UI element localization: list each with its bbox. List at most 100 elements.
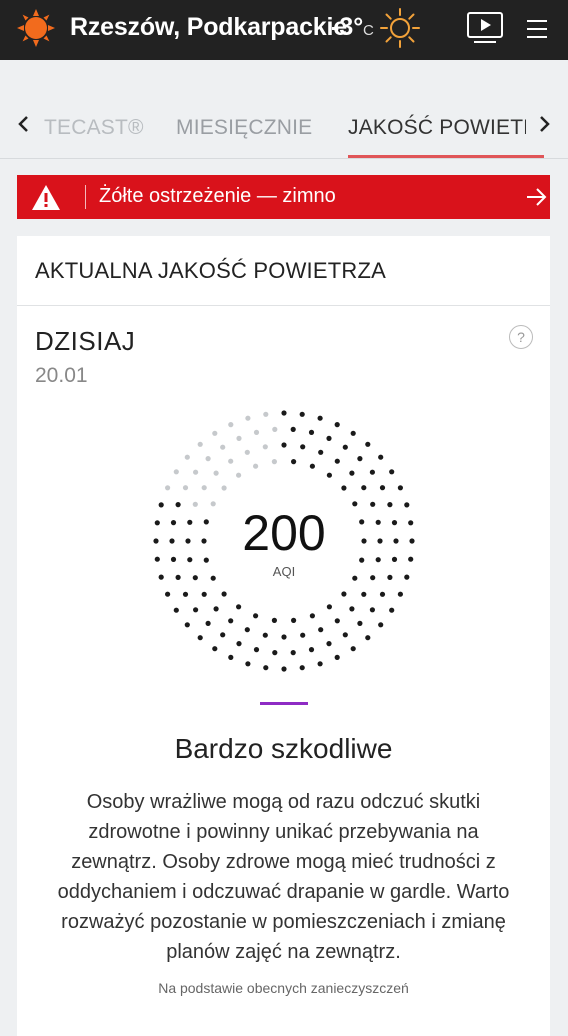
arrow-right-icon [527,188,547,206]
weather-warning-banner[interactable]: Żółte ostrzeżenie — zimno [17,175,550,219]
gauge-dot [212,646,218,652]
location-title[interactable]: Rzeszów, Podkarpackie [70,13,347,42]
gauge-dot [318,449,324,455]
gauge-dot [170,556,177,562]
chevron-left-icon[interactable] [14,112,34,136]
help-icon[interactable]: ? [509,325,533,349]
gauge-dot [334,422,340,428]
gauge-dot [378,454,384,460]
card-divider [17,305,550,306]
gauge-dot [350,646,356,652]
gauge-dot [281,442,287,448]
gauge-dot [228,654,234,660]
current-temperature: -3° [331,13,364,41]
gauge-dot [290,426,296,432]
gauge-dot [300,444,306,450]
gauge-dot [193,607,199,613]
sun-icon [380,8,420,48]
gauge-dot [221,591,227,597]
warning-divider [85,185,86,209]
chevron-right-icon[interactable] [534,112,554,136]
gauge-dot [369,469,375,475]
gauge-dot [153,538,159,544]
gauge-dot [393,538,399,544]
video-icon[interactable] [466,11,504,45]
gauge-dot [299,665,305,671]
day-label: DZISIAJ [35,326,136,356]
tab-monthly[interactable]: MIESIĘCZNIE [176,116,312,140]
gauge-dot [389,469,395,475]
gauge-dot [387,574,393,580]
gauge-dot [308,429,315,435]
gauge-dot [326,641,332,647]
gauge-dot [357,620,363,626]
gauge-dot [341,485,347,491]
gauge-dot [290,650,296,656]
tab-forecast[interactable]: TECAST® [44,116,144,140]
warning-icon [32,185,60,210]
gauge-dot [389,607,395,613]
gauge-dot [169,538,175,544]
gauge-dot [404,574,410,580]
gauge-dot [326,472,332,478]
gauge-dot [245,415,251,421]
gauge-dot [154,520,160,526]
gauge-dot [201,591,207,597]
gauge-dot [228,618,234,624]
air-quality-card: AKTUALNA JAKOŚĆ POWIETRZA DZISIAJ 20.01 … [17,236,550,1036]
gauge-dot [391,556,398,562]
gauge-dot [158,574,164,580]
gauge-dot [221,485,227,491]
gauge-dot [220,444,226,450]
gauge-dot [213,606,219,612]
gauge-dot [408,556,414,562]
gauge-dot [165,485,171,491]
gauge-dot [263,665,269,671]
gauge-dot [326,435,332,441]
gauge-dot [379,591,386,597]
gauge-dot [272,650,278,656]
gauge-dot [212,430,218,436]
gauge-dot [271,617,277,623]
aqi-unit: AQI [272,564,296,579]
temperature-unit: C [363,22,374,39]
gauge-dot [205,456,211,462]
gauge-dot [236,604,242,610]
gauge-dot [334,654,340,660]
gauge-dot [175,574,181,580]
gauge-dot [173,607,179,613]
menu-icon[interactable] [523,16,551,42]
sun-logo-icon[interactable] [16,8,56,48]
gauge-dot [228,458,234,464]
gauge-dot [299,411,305,417]
gauge-dot [408,520,414,526]
gauge-dot [154,556,160,562]
gauge-dot [361,485,367,491]
gauge-dot [291,617,297,623]
gauge-dot [253,463,259,469]
gauge-dot [379,485,386,491]
tabs-scroller: TECAST® MIESIĘCZNIE JAKOŚĆ POWIETRZA [40,100,526,150]
gauge-dot [213,470,219,476]
gauge-dot [365,635,371,641]
gauge-dot [253,613,259,619]
source-note: Na podstawie obecnych zanieczyszczeń [158,980,409,996]
gauge-dot [369,607,375,613]
gauge-dot [341,591,347,597]
gauge-dot [263,411,269,417]
gauge-dot [349,606,355,612]
gauge-dot [349,470,355,476]
top-bar: Rzeszów, Podkarpackie -3° C [0,0,568,60]
aqi-value: 200 [242,505,326,561]
aqi-level-name: Bardzo szkodliwe [174,733,393,764]
gauge-dot [253,647,260,653]
gauge-dot [228,422,234,428]
active-tab-underline [348,155,544,158]
gauge-dot [378,622,384,628]
gauge-dot [244,449,250,455]
warning-text: Żółte ostrzeżenie — zimno [99,185,336,207]
gauge-dot [281,634,287,640]
tab-air-quality[interactable]: JAKOŚĆ POWIETRZA [348,116,526,140]
aqi-level-color-bar [260,702,308,705]
gauge-dot [318,627,324,633]
